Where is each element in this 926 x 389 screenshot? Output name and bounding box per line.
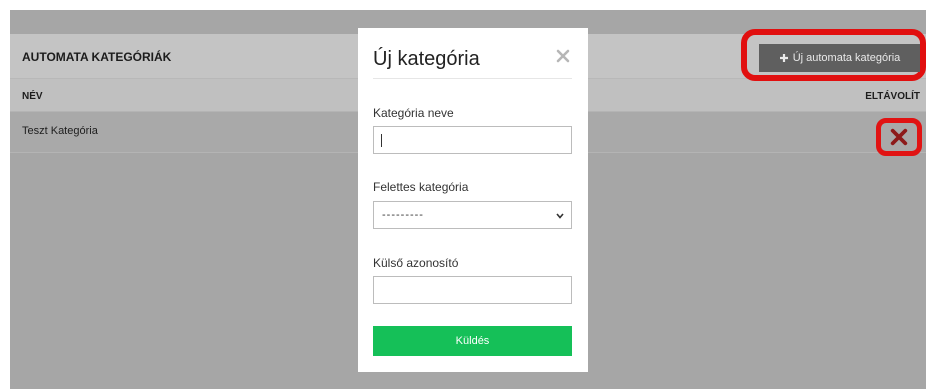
new-category-label: Új automata kategória — [792, 52, 901, 64]
remove-icon — [890, 128, 908, 146]
remove-button[interactable] — [876, 118, 922, 156]
column-remove-header: ELTÁVOLÍT — [865, 91, 920, 102]
category-name-label: Kategória neve — [373, 106, 454, 120]
new-category-modal: Új kategória Kategória neve Felettes kat… — [358, 28, 588, 372]
external-id-input[interactable] — [373, 276, 572, 304]
plus-icon — [779, 53, 789, 63]
parent-category-label: Felettes kategória — [373, 180, 469, 194]
page-title: AUTOMATA KATEGÓRIÁK — [22, 50, 172, 64]
row-category-name: Teszt Kategória — [22, 125, 98, 137]
parent-category-select[interactable]: --------- — [373, 201, 572, 229]
external-id-label: Külső azonosító — [373, 256, 459, 270]
column-name-header: NÉV — [22, 91, 43, 102]
app-window: AUTOMATA KATEGÓRIÁK NÉV ELTÁVOLÍT Teszt … — [0, 0, 926, 389]
new-button-highlight: Új automata kategória — [741, 29, 926, 81]
modal-title: Új kategória — [373, 48, 480, 70]
close-icon[interactable] — [556, 49, 570, 63]
submit-button[interactable]: Küldés — [373, 326, 572, 356]
remove-cell — [876, 118, 924, 156]
modal-divider — [373, 78, 572, 79]
text-caret — [381, 134, 382, 147]
chevron-down-icon — [556, 212, 564, 220]
category-name-input[interactable] — [373, 126, 572, 154]
parent-category-selected: --------- — [382, 209, 424, 221]
new-category-button[interactable]: Új automata kategória — [759, 44, 920, 72]
